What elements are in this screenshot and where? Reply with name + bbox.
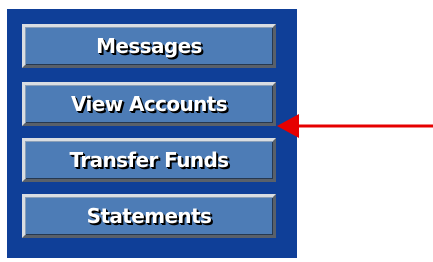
screenshot-stage: Messages View Accounts Transfer Funds St… xyxy=(0,0,433,262)
messages-button[interactable]: Messages xyxy=(22,24,276,68)
transfer-funds-button[interactable]: Transfer Funds xyxy=(22,138,276,182)
view-accounts-button[interactable]: View Accounts xyxy=(22,82,276,126)
statements-button[interactable]: Statements xyxy=(22,194,276,238)
red-arrow-icon xyxy=(277,114,433,138)
